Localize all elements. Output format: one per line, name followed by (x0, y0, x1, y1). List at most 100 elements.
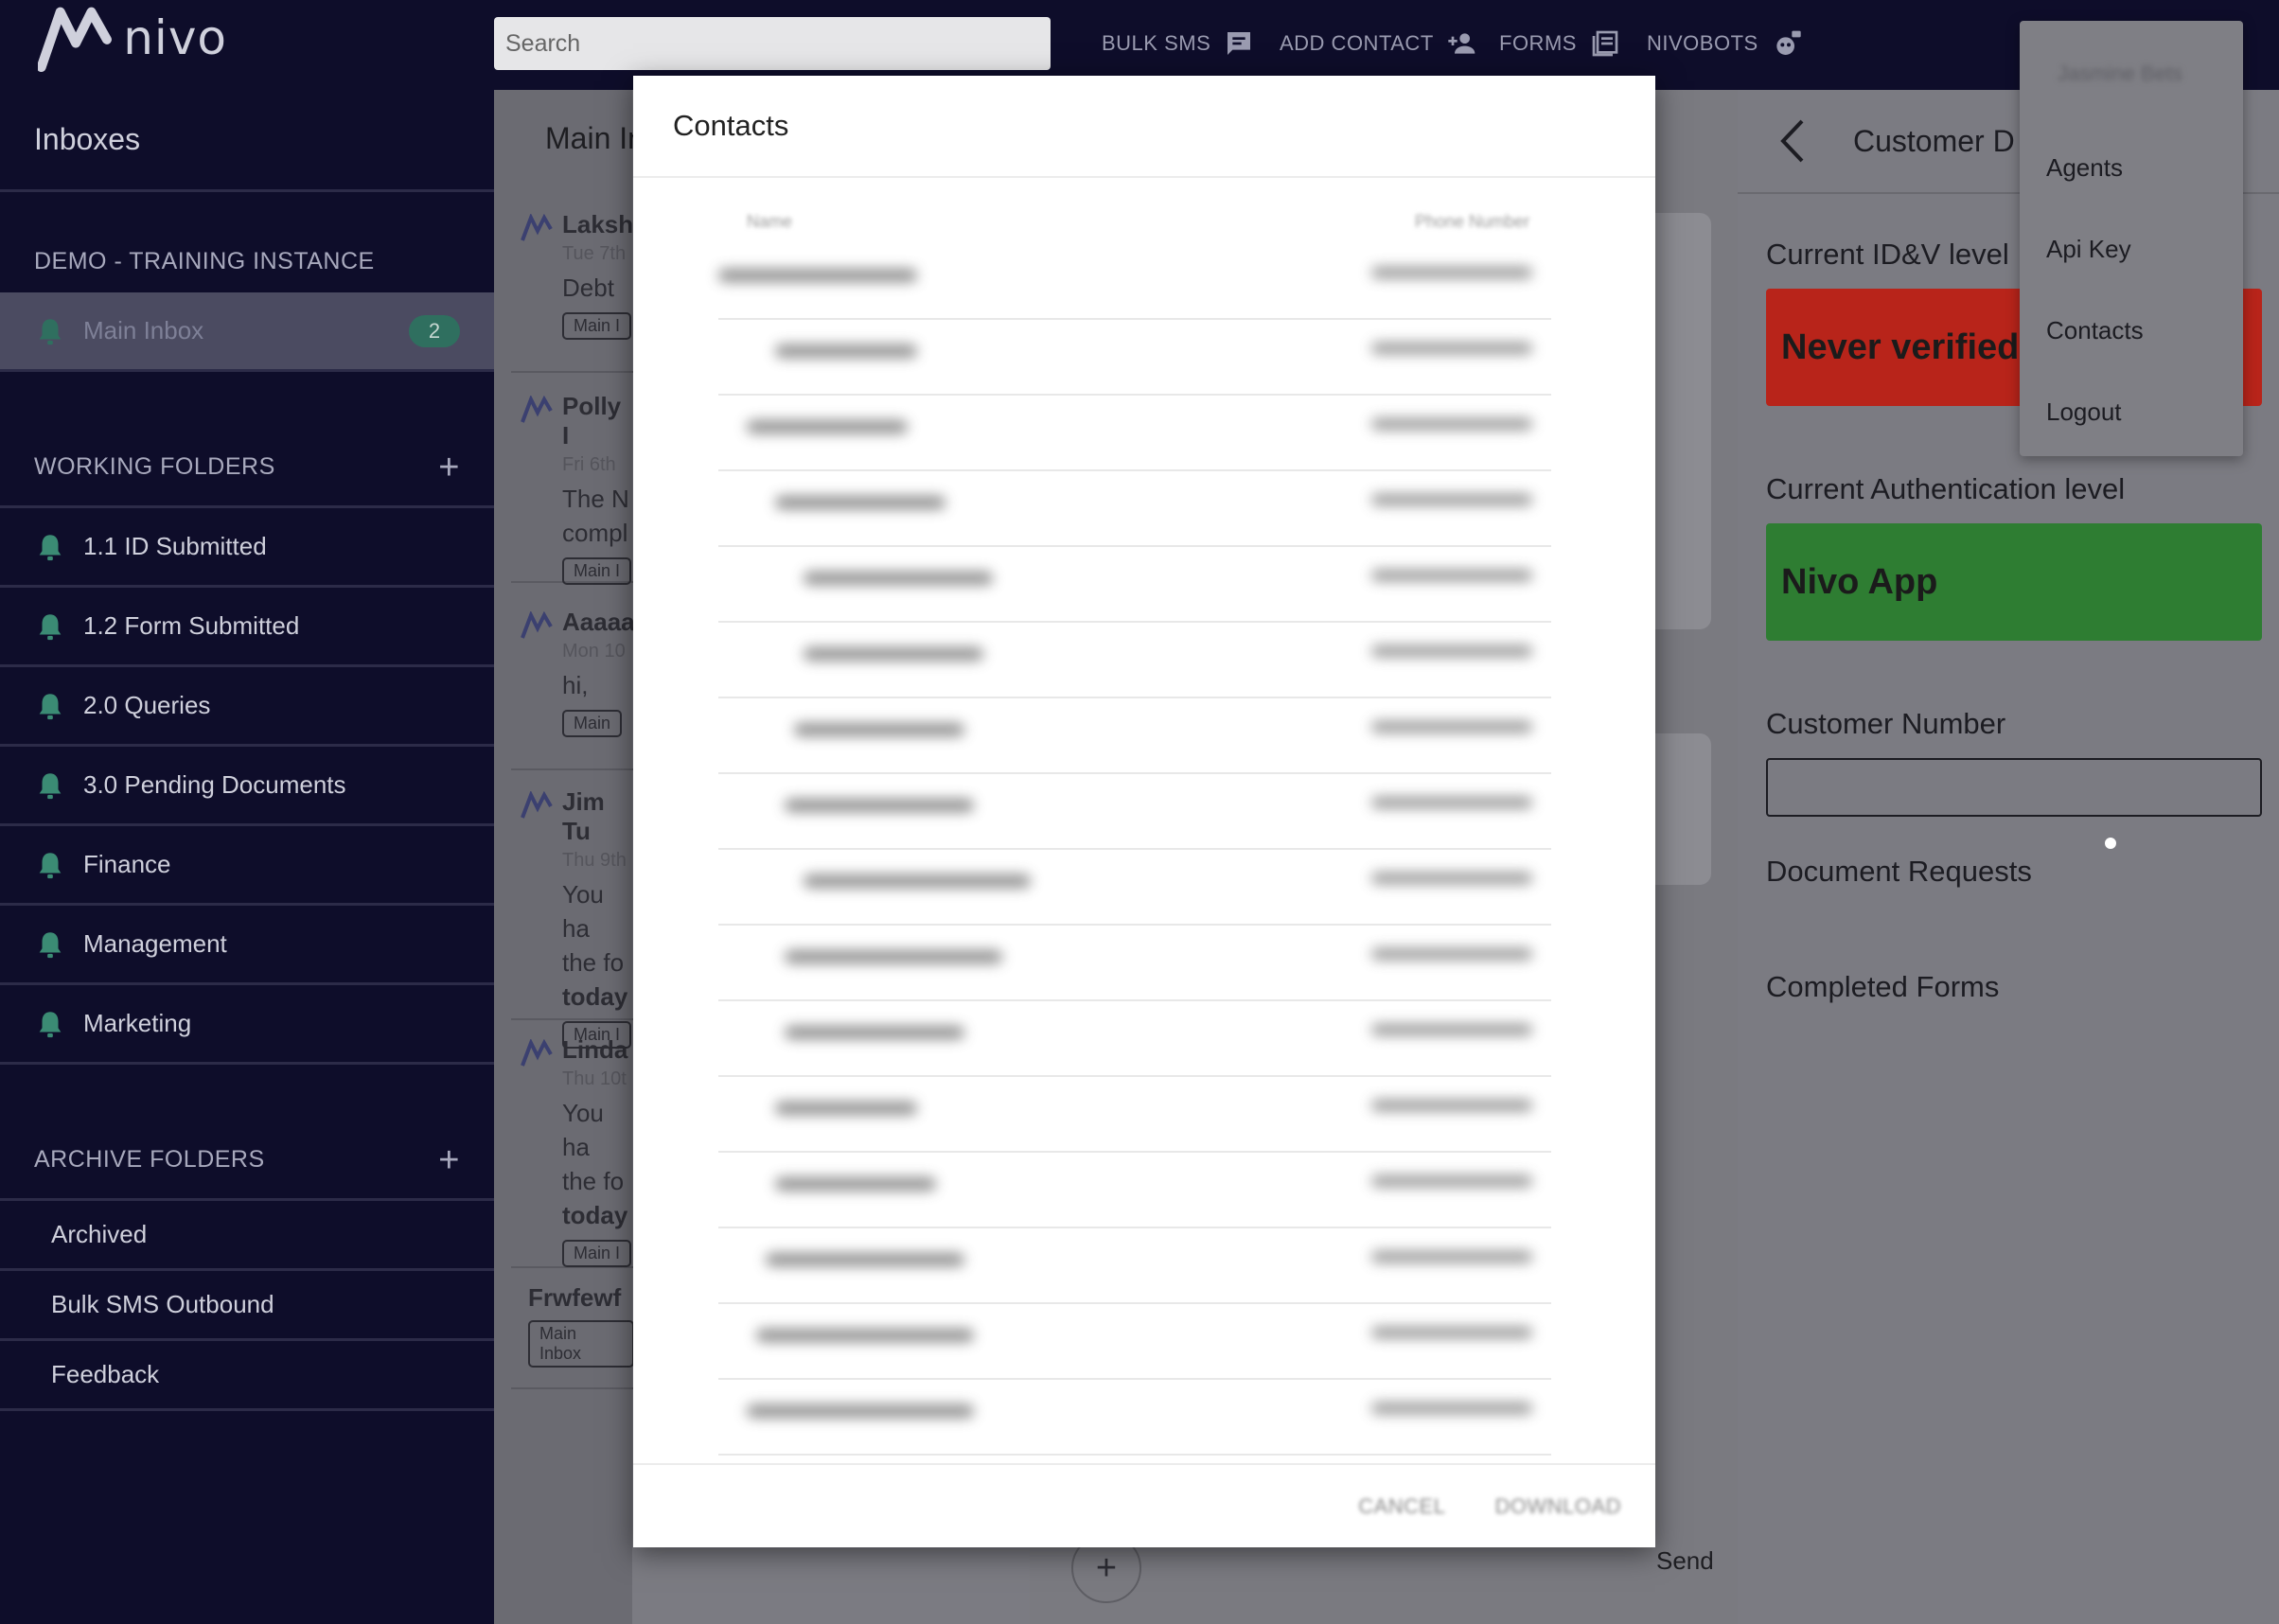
bulk-sms-button[interactable]: BULK SMS (1102, 17, 1254, 70)
conversation-date: Fri 6th (562, 454, 616, 475)
table-row[interactable] (718, 1001, 1551, 1077)
forms-button[interactable]: FORMS (1499, 17, 1620, 70)
sidebar-item-queries[interactable]: 2.0 Queries (0, 667, 494, 747)
redacted-phone-number (1371, 494, 1532, 505)
table-row[interactable] (718, 698, 1551, 774)
auth-level-label: Current Authentication level (1766, 472, 2126, 505)
redacted-contact-name (766, 1253, 964, 1266)
contacts-table: Name Phone Number (633, 178, 1655, 1463)
table-row[interactable] (718, 926, 1551, 1001)
user-name: Jasmine Bets (2058, 62, 2183, 85)
send-button[interactable]: Send (1656, 1546, 1714, 1576)
table-row[interactable] (718, 396, 1551, 471)
table-row[interactable] (718, 471, 1551, 547)
logo[interactable]: nivo (38, 0, 227, 76)
list-item[interactable]: Polly I Fri 6th The N compl Main I (511, 392, 634, 585)
table-row[interactable] (718, 1304, 1551, 1380)
list-item[interactable]: Aaaaa Mon 10 hi, Main (511, 608, 635, 770)
table-row[interactable] (718, 850, 1551, 926)
sidebar-item-id-submitted[interactable]: 1.1 ID Submitted (0, 508, 494, 588)
folder-label: Finance (83, 850, 171, 878)
list-item[interactable]: Linda Thu 10t You ha the fo today Main I (511, 1035, 634, 1268)
conversation-preview: You ha (562, 880, 604, 943)
list-item[interactable]: Frwfewf Main Inbox (511, 1283, 634, 1389)
add-working-folder-icon[interactable]: + (438, 450, 460, 485)
main-inbox-label: Main Inbox (83, 316, 204, 344)
sidebar-item-archived[interactable]: Archived (0, 1201, 494, 1271)
instance-name: DEMO - TRAINING INSTANCE (34, 248, 375, 274)
folder-label: 1.2 Form Submitted (83, 611, 300, 640)
add-archive-folder-icon[interactable]: + (438, 1142, 460, 1178)
menu-item-contacts[interactable]: Contacts (2020, 290, 2243, 371)
nivobots-label: NIVOBOTS (1647, 31, 1758, 55)
sidebar-item-bulk-sms-outbound[interactable]: Bulk SMS Outbound (0, 1271, 494, 1341)
redacted-contact-name (775, 496, 945, 509)
sidebar: Inboxes DEMO - TRAINING INSTANCE Main In… (0, 90, 494, 1624)
list-item[interactable]: Laksh Tue 7th Debt Main I (511, 210, 634, 373)
search-input[interactable] (494, 17, 1051, 70)
cursor-dot (2105, 838, 2116, 849)
redacted-contact-name (756, 1329, 974, 1342)
bulk-sms-label: BULK SMS (1102, 31, 1211, 55)
redacted-contact-name (785, 950, 1002, 963)
sidebar-item-form-submitted[interactable]: 1.2 Form Submitted (0, 588, 494, 667)
conversation-date: Thu 9th (562, 850, 627, 871)
table-row[interactable] (718, 547, 1551, 623)
redacted-phone-number (1371, 1024, 1532, 1035)
add-contact-button[interactable]: ADD CONTACT (1280, 17, 1477, 70)
redacted-phone-number (1371, 645, 1532, 657)
cancel-button[interactable]: CANCEL (1352, 1493, 1451, 1520)
customer-number-input[interactable] (1766, 758, 2262, 817)
redacted-contact-name (747, 420, 908, 433)
bell-icon (39, 772, 62, 799)
back-chevron-icon[interactable] (1776, 117, 1808, 165)
sidebar-item-marketing[interactable]: Marketing (0, 985, 494, 1065)
menu-item-agents[interactable]: Agents (2020, 127, 2243, 208)
document-requests-label: Document Requests (1766, 855, 2032, 888)
menu-item-logout[interactable]: Logout (2020, 371, 2243, 452)
menu-item-api-key[interactable]: Api Key (2020, 208, 2243, 290)
bell-icon (39, 693, 62, 719)
bell-icon (39, 931, 62, 958)
table-row[interactable] (718, 1380, 1551, 1456)
table-row[interactable] (718, 1153, 1551, 1228)
conversation-preview: hi, (562, 671, 589, 699)
table-row[interactable] (718, 623, 1551, 698)
table-row[interactable] (718, 1228, 1551, 1304)
redacted-contact-name (804, 874, 1031, 888)
redacted-contact-name (775, 1177, 936, 1191)
redacted-contact-name (804, 572, 993, 585)
folder-label: 1.1 ID Submitted (83, 532, 267, 560)
table-row[interactable] (718, 320, 1551, 396)
redacted-phone-number (1371, 948, 1532, 960)
app-root: nivo BULK SMS ADD CONTACT FORMS NIVOBOTS… (0, 0, 2279, 1624)
sidebar-item-finance[interactable]: Finance (0, 826, 494, 906)
redacted-phone-number (1371, 721, 1532, 733)
redacted-phone-number (1371, 797, 1532, 808)
table-row[interactable] (718, 244, 1551, 320)
sidebar-item-management[interactable]: Management (0, 906, 494, 985)
table-row[interactable] (718, 774, 1551, 850)
table-row[interactable] (718, 1077, 1551, 1153)
redacted-phone-number (1371, 1251, 1532, 1262)
sidebar-item-pending-documents[interactable]: 3.0 Pending Documents (0, 747, 494, 826)
list-item[interactable]: Jim Tu Thu 9th You ha the fo today Main … (511, 787, 634, 1049)
folder-label: Marketing (83, 1009, 192, 1037)
conversation-date: Thu 10t (562, 1068, 627, 1089)
redacted-contact-name (785, 1026, 964, 1039)
download-button[interactable]: DOWNLOAD (1489, 1493, 1627, 1520)
nivo-mark-icon (521, 1039, 553, 1067)
conversation-list-title: Main In (545, 121, 645, 155)
sidebar-title: Inboxes (0, 90, 494, 192)
archive-folders-header: ARCHIVE FOLDERS + (0, 1121, 494, 1201)
sidebar-item-feedback[interactable]: Feedback (0, 1341, 494, 1411)
conversation-preview: The N (562, 485, 629, 513)
conversation-preview: the fo (562, 948, 625, 977)
completed-forms-label: Completed Forms (1766, 970, 2000, 1003)
sidebar-item-main-inbox[interactable]: Main Inbox 2 (0, 292, 494, 372)
inbox-chip: Main I (562, 1240, 632, 1267)
redacted-contact-name (747, 1404, 974, 1418)
bell-icon (39, 613, 62, 640)
nivo-mark-icon (521, 214, 553, 241)
nivobots-button[interactable]: NIVOBOTS (1647, 17, 1802, 70)
